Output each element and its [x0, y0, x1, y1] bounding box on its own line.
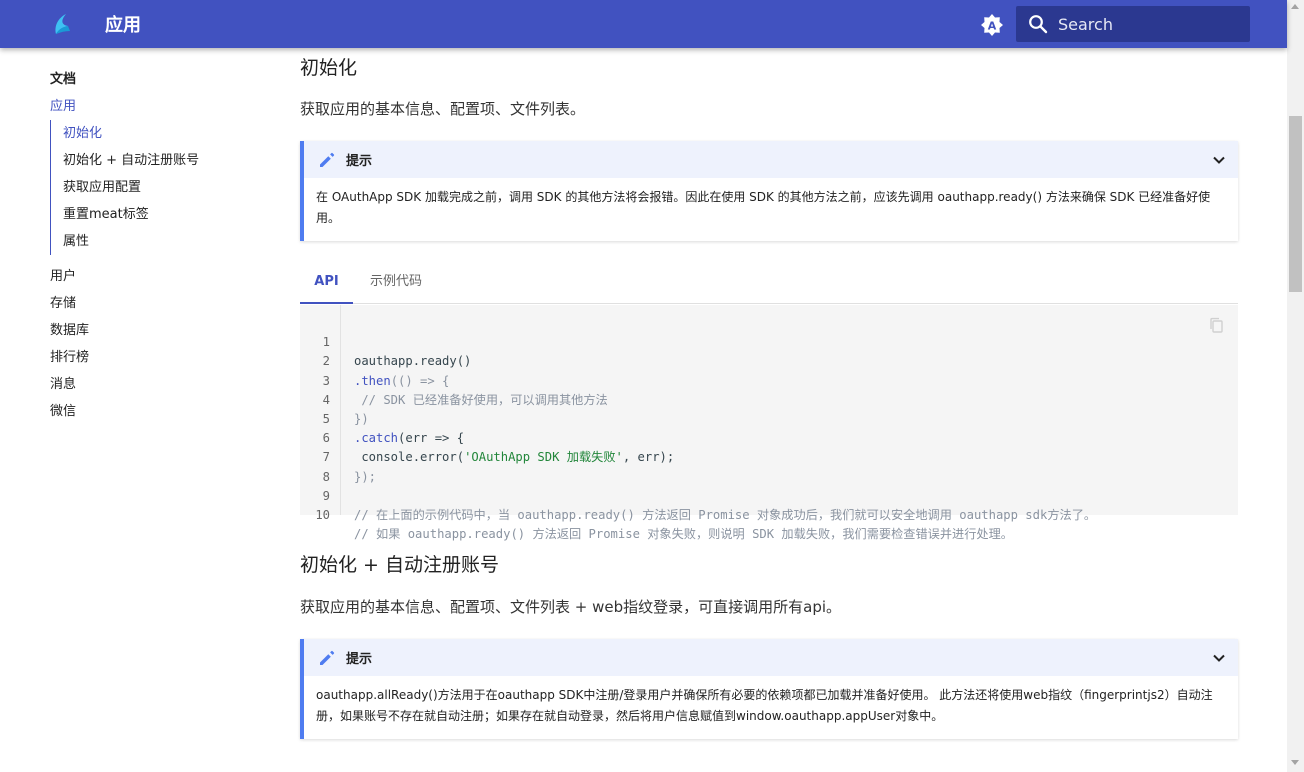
- code-line: 7 });: [300, 429, 1238, 483]
- code-comment: // 在上面的示例代码中，当 oauthapp.ready() 方法返回 Pro…: [354, 508, 1097, 522]
- code-line: 8: [300, 448, 1238, 484]
- sidebar-item-properties[interactable]: 属性: [63, 228, 270, 255]
- pencil-icon: [320, 650, 335, 665]
- sidebar-item-init-autoregister[interactable]: 初始化 + 自动注册账号: [63, 147, 270, 174]
- search-input[interactable]: [1058, 6, 1246, 42]
- chevron-down-icon[interactable]: [1212, 651, 1226, 665]
- code-line: 9 // 在上面的示例代码中，当 oauthapp.ready() 方法返回 P…: [300, 468, 1238, 522]
- line-number: 10: [315, 508, 330, 522]
- top-app-bar: 应用 A: [0, 0, 1287, 48]
- tip-body: 在 OAuthApp SDK 加载完成之前，调用 SDK 的其他方法将会报错。因…: [316, 190, 1211, 225]
- search-icon: [1029, 15, 1048, 34]
- sidebar-item-wechat[interactable]: 微信: [50, 398, 270, 425]
- section-heading-init-autoregister: 初始化 + 自动注册账号: [300, 554, 499, 576]
- page-title: 应用: [105, 15, 141, 36]
- sidebar-item-users[interactable]: 用户: [50, 263, 270, 290]
- sidebar-item-leaderboard[interactable]: 排行榜: [50, 344, 270, 371]
- svg-text:A: A: [988, 20, 997, 33]
- code-line: 6 console.error('OAuthApp SDK 加载失败', err…: [300, 410, 1238, 464]
- sidebar-nav: 文档 应用 初始化 初始化 + 自动注册账号 获取应用配置 重置meat标签 属…: [50, 66, 270, 425]
- code-line: 1 oauthapp.ready(): [300, 314, 1238, 368]
- vertical-scrollbar[interactable]: [1287, 0, 1304, 772]
- sidebar-subnav: 初始化 初始化 + 自动注册账号 获取应用配置 重置meat标签 属性: [50, 120, 270, 255]
- chevron-down-icon[interactable]: [1212, 153, 1226, 167]
- tip-header[interactable]: 提示: [304, 141, 1238, 178]
- tab-api[interactable]: API: [300, 262, 353, 304]
- tip-title: 提示: [346, 154, 373, 169]
- tip-admonition-init: 提示 在 OAuthApp SDK 加载完成之前，调用 SDK 的其他方法将会报…: [300, 141, 1238, 241]
- sidebar-item-messages[interactable]: 消息: [50, 371, 270, 398]
- code-line: 2 .then(() => {: [300, 333, 1238, 387]
- code-line: 4 }): [300, 372, 1238, 426]
- tab-example-code[interactable]: 示例代码: [368, 262, 424, 304]
- sidebar-item-reset-meta[interactable]: 重置meat标签: [63, 201, 270, 228]
- code-block: 1 oauthapp.ready() 2 .then(() => { 3 // …: [300, 305, 1238, 541]
- sidebar-item-init[interactable]: 初始化: [63, 120, 270, 147]
- section-description-init: 获取应用的基本信息、配置项、文件列表。: [300, 100, 586, 118]
- tip-title: 提示: [346, 652, 373, 667]
- section-heading-init: 初始化: [300, 57, 358, 79]
- tip-header[interactable]: 提示: [304, 639, 1238, 676]
- sidebar-section-docs: 文档: [50, 72, 77, 87]
- scroll-up-arrow-icon[interactable]: [1291, 4, 1299, 9]
- sidebar-item-storage[interactable]: 存储: [50, 290, 270, 317]
- code-tabs: API 示例代码: [300, 262, 1238, 304]
- pencil-icon: [320, 152, 335, 167]
- section-description-init-autoregister: 获取应用的基本信息、配置项、文件列表 + web指纹登录，可直接调用所有api。: [300, 598, 842, 616]
- code-line: 10 // 如果 oauthapp.ready() 方法返回 Promise 对…: [300, 487, 1238, 541]
- code-comment: // 如果 oauthapp.ready() 方法返回 Promise 对象失败…: [354, 527, 1013, 542]
- code-line: 3 // SDK 已经准备好使用，可以调用其他方法: [300, 352, 1238, 407]
- tip-body: oauthapp.allReady()方法用于在oauthapp SDK中注册/…: [316, 688, 1213, 723]
- search-box[interactable]: [1016, 6, 1250, 42]
- sidebar-item-get-config[interactable]: 获取应用配置: [63, 174, 270, 201]
- sidebar-item-database[interactable]: 数据库: [50, 317, 270, 344]
- brightness-auto-icon[interactable]: A: [980, 13, 1004, 37]
- wave-logo-icon[interactable]: [50, 12, 72, 36]
- code-line: 5 .catch(err => {: [300, 391, 1238, 445]
- sidebar-item-app[interactable]: 应用: [50, 93, 270, 120]
- scroll-thumb[interactable]: [1289, 116, 1302, 292]
- scroll-down-arrow-icon[interactable]: [1291, 760, 1299, 765]
- tip-admonition-autoregister: 提示 oauthapp.allReady()方法用于在oauthapp SDK中…: [300, 639, 1238, 739]
